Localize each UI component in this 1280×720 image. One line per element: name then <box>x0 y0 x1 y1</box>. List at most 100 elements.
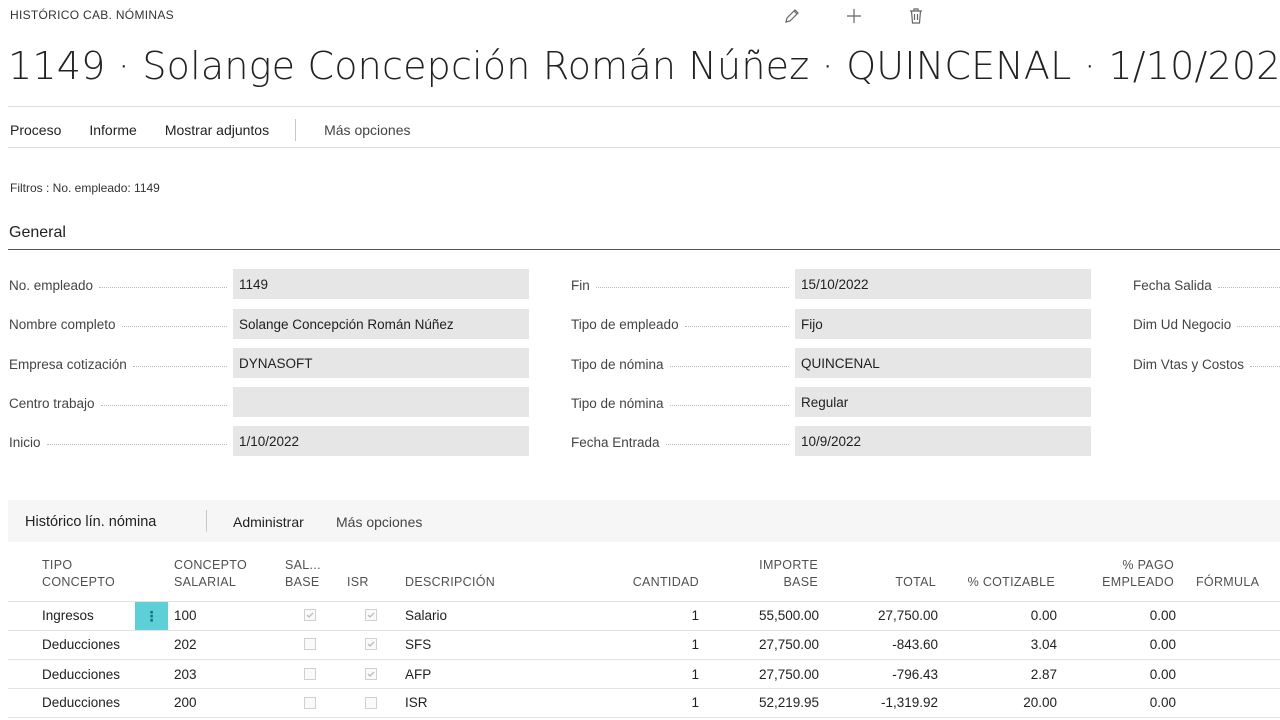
field-fin[interactable]: 15/10/2022 <box>795 269 1091 299</box>
new-icon[interactable] <box>842 5 866 27</box>
cell-tipo[interactable]: Deducciones <box>42 667 120 682</box>
checkbox-sal-base[interactable] <box>304 638 316 650</box>
label-text: Inicio <box>9 434 41 450</box>
cell-total[interactable]: 27,750.00 <box>840 608 938 623</box>
field-inicio[interactable]: 1/10/2022 <box>233 426 529 456</box>
header-line: SALARIAL <box>174 575 237 589</box>
cell-cotizable[interactable]: 20.00 <box>960 695 1057 710</box>
delete-icon[interactable] <box>904 5 928 27</box>
field-tipo-empleado[interactable]: Fijo <box>795 309 1091 339</box>
menu-informe[interactable]: Informe <box>89 122 136 138</box>
header-line: BASE <box>783 575 818 589</box>
checkbox-isr-checked[interactable] <box>365 668 377 680</box>
lines-mas-opciones[interactable]: Más opciones <box>336 514 422 530</box>
section-divider <box>8 249 1280 250</box>
label-no-empleado: No. empleado <box>9 275 233 295</box>
header-line: CONCEPTO <box>174 558 248 572</box>
label-text: Tipo de nómina <box>571 356 664 372</box>
col-header-sal-base[interactable]: SAL... BASE <box>285 557 321 591</box>
col-header-total[interactable]: TOTAL <box>850 574 936 591</box>
label-text: Tipo de nómina <box>571 395 664 411</box>
lines-title[interactable]: Histórico lín. nómina <box>25 514 156 530</box>
label-text: No. empleado <box>9 277 94 293</box>
cell-cotizable[interactable]: 2.87 <box>960 667 1057 682</box>
checkbox-isr-checked[interactable] <box>365 609 377 621</box>
cell-descripcion[interactable]: SFS <box>405 637 431 652</box>
menu-mostrar-adjuntos[interactable]: Mostrar adjuntos <box>165 122 269 138</box>
col-header-cantidad[interactable]: CANTIDAD <box>600 574 699 591</box>
cell-cantidad[interactable]: 1 <box>600 667 699 682</box>
field-no-empleado[interactable]: 1149 <box>233 269 529 299</box>
field-fecha-entrada[interactable]: 10/9/2022 <box>795 426 1091 456</box>
cell-importe-base[interactable]: 55,500.00 <box>720 608 819 623</box>
leader-dots <box>1237 325 1280 327</box>
checkbox-sal-base[interactable] <box>304 668 316 680</box>
header-line: TIPO <box>42 558 73 572</box>
cell-cotizable[interactable]: 3.04 <box>960 637 1057 652</box>
cell-descripcion[interactable]: Salario <box>405 608 447 623</box>
label-text: Fin <box>571 277 590 293</box>
cell-tipo[interactable]: Deducciones <box>42 637 120 652</box>
field-empresa-cotizacion[interactable]: DYNASOFT <box>233 348 529 378</box>
cell-tipo[interactable]: Deducciones <box>42 695 120 710</box>
leader-dots <box>684 325 789 327</box>
cell-tipo[interactable]: Ingresos <box>42 608 94 623</box>
label-text: Nombre completo <box>9 316 116 332</box>
checkbox-sal-base[interactable] <box>304 697 316 709</box>
checkbox-isr[interactable] <box>365 697 377 709</box>
cell-total[interactable]: -843.60 <box>840 637 938 652</box>
field-tipo-nomina[interactable]: QUINCENAL <box>795 348 1091 378</box>
cell-total[interactable]: -796.43 <box>840 667 938 682</box>
cell-cantidad[interactable]: 1 <box>600 695 699 710</box>
field-tipo-nomina-2[interactable]: Regular <box>795 387 1091 417</box>
section-title-general[interactable]: General <box>9 224 66 242</box>
col-header-cotizable[interactable]: % COTIZABLE <box>960 574 1055 591</box>
cell-pago[interactable]: 0.00 <box>1080 608 1176 623</box>
col-header-formula[interactable]: FÓRMULA <box>1196 574 1259 591</box>
cell-concepto[interactable]: 203 <box>174 667 197 682</box>
cell-concepto[interactable]: 202 <box>174 637 197 652</box>
cell-cotizable[interactable]: 0.00 <box>960 608 1057 623</box>
checkbox-isr-checked[interactable] <box>365 638 377 650</box>
col-header-isr[interactable]: ISR <box>347 574 369 591</box>
col-header-pago-empleado[interactable]: % PAGO EMPLEADO <box>1080 557 1174 591</box>
checkbox-sal-base-checked[interactable] <box>304 609 316 621</box>
cell-importe-base[interactable]: 52,219.95 <box>720 695 819 710</box>
label-text: Dim Vtas y Costos <box>1133 356 1245 372</box>
cell-importe-base[interactable]: 27,750.00 <box>720 637 819 652</box>
leader-dots <box>595 286 789 288</box>
cell-descripcion[interactable]: ISR <box>405 695 428 710</box>
label-tipo-nomina-2: Tipo de nómina <box>571 393 795 413</box>
lines-administrar[interactable]: Administrar <box>233 514 304 530</box>
col-header-concepto-salarial[interactable]: CONCEPTO SALARIAL <box>174 557 247 591</box>
leader-dots <box>100 404 227 406</box>
field-nombre-completo[interactable]: Solange Concepción Román Núñez <box>233 309 529 339</box>
cell-descripcion[interactable]: AFP <box>405 667 431 682</box>
cell-importe-base[interactable]: 27,750.00 <box>720 667 819 682</box>
row-divider <box>8 659 1280 660</box>
lines-separator <box>206 510 207 532</box>
breadcrumb: HISTÓRICO CAB. NÓMINAS <box>10 8 174 22</box>
leader-dots <box>669 404 789 406</box>
leader-dots <box>121 325 227 327</box>
cell-cantidad[interactable]: 1 <box>600 608 699 623</box>
cell-concepto[interactable]: 200 <box>174 695 197 710</box>
cell-pago[interactable]: 0.00 <box>1080 695 1176 710</box>
cell-total[interactable]: -1,319.92 <box>840 695 938 710</box>
leader-dots <box>1217 286 1280 288</box>
row-actions-icon[interactable]: ⋮ <box>135 602 168 630</box>
cell-cantidad[interactable]: 1 <box>600 637 699 652</box>
field-centro-trabajo[interactable] <box>233 387 529 417</box>
label-tipo-nomina: Tipo de nómina <box>571 354 795 374</box>
label-text: Empresa cotización <box>9 356 127 372</box>
col-header-descripcion[interactable]: DESCRIPCIÓN <box>405 574 495 591</box>
cell-concepto[interactable]: 100 <box>174 608 197 623</box>
menu-proceso[interactable]: Proceso <box>10 122 61 138</box>
cell-pago[interactable]: 0.00 <box>1080 637 1176 652</box>
menu-mas-opciones[interactable]: Más opciones <box>324 122 410 138</box>
cell-pago[interactable]: 0.00 <box>1080 667 1176 682</box>
col-header-tipo-concepto[interactable]: TIPO CONCEPTO <box>42 557 115 591</box>
col-header-importe-base[interactable]: IMPORTE BASE <box>730 557 818 591</box>
label-tipo-empleado: Tipo de empleado <box>571 314 795 334</box>
edit-icon[interactable] <box>780 5 804 27</box>
